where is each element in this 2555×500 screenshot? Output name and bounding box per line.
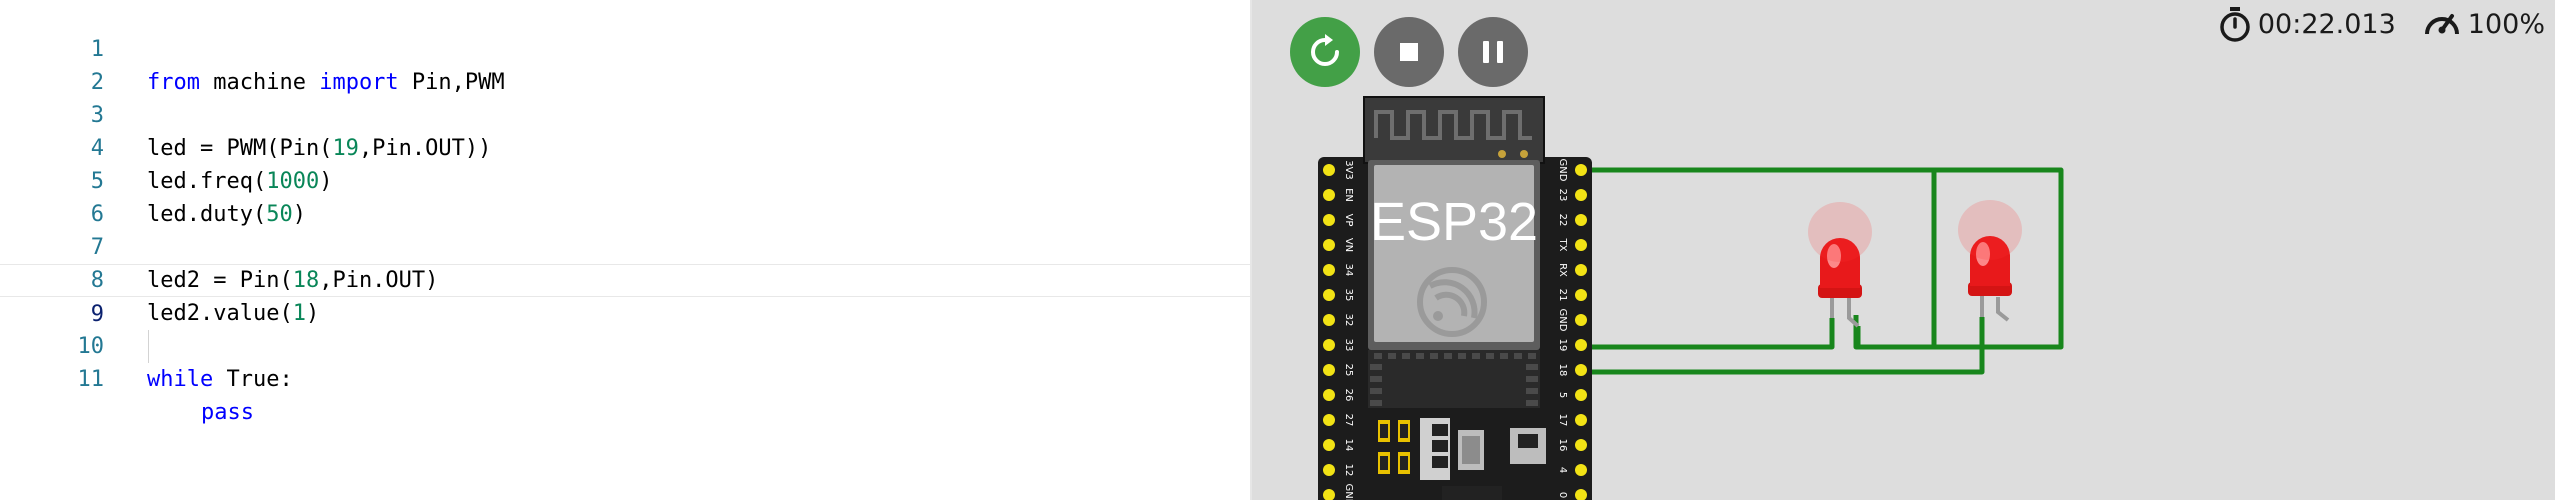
code-line[interactable]: 11 pass (0, 330, 1272, 425)
svg-text:12: 12 (1343, 464, 1354, 477)
chip-label: ESP32 (1370, 192, 1538, 252)
svg-text:25: 25 (1343, 364, 1354, 377)
svg-text:34: 34 (1343, 264, 1354, 277)
led-1[interactable] (1808, 202, 1872, 328)
code-line[interactable]: 10 while True: (0, 297, 1272, 392)
svg-text:5: 5 (1557, 392, 1568, 398)
code-line[interactable]: 8 led2.value(1) (0, 231, 1272, 326)
svg-text:26: 26 (1343, 389, 1354, 402)
svg-text:TX: TX (1557, 238, 1568, 252)
esp32-board[interactable]: ESP32 3V3 EN VP VN 34 35 32 33 25 26 27 … (1318, 96, 1592, 500)
line-code: while True: (147, 367, 293, 392)
svg-text:GND: GND (1557, 159, 1568, 182)
svg-text:GND: GND (1343, 484, 1354, 500)
code-line[interactable]: 6 (0, 165, 1272, 227)
line-number: 11 (77, 367, 105, 392)
svg-text:18: 18 (1557, 364, 1568, 377)
svg-text:RX: RX (1557, 263, 1568, 277)
svg-text:23: 23 (1557, 189, 1568, 202)
svg-text:3V3: 3V3 (1343, 160, 1354, 180)
svg-text:16: 16 (1557, 439, 1568, 452)
svg-text:19: 19 (1557, 339, 1568, 352)
svg-text:17: 17 (1557, 414, 1568, 427)
svg-text:VN: VN (1343, 238, 1354, 252)
svg-text:EN: EN (1343, 188, 1354, 202)
usb-chip (1442, 486, 1502, 500)
svg-text:32: 32 (1343, 314, 1354, 327)
code-editor[interactable]: 1 from machine import Pin,PWM 2 3 led = … (0, 0, 1272, 500)
svg-text:VP: VP (1343, 214, 1354, 227)
circuit-diagram: ESP32 3V3 EN VP VN 34 35 32 33 25 26 27 … (1318, 96, 2064, 500)
svg-text:22: 22 (1557, 214, 1568, 227)
code-line[interactable]: 3 led = PWM(Pin(19,Pin.OUT)) (0, 66, 1272, 161)
code-line-current[interactable]: 9 (0, 264, 1272, 327)
svg-text:0: 0 (1557, 492, 1568, 498)
svg-text:GND: GND (1557, 309, 1568, 332)
indent-guide (148, 330, 149, 363)
gpio19-wire (1580, 318, 1835, 350)
svg-text:27: 27 (1343, 414, 1354, 427)
line-code: pass (201, 400, 254, 425)
led-2[interactable] (1958, 200, 2022, 322)
svg-text:4: 4 (1557, 467, 1568, 473)
svg-text:14: 14 (1343, 439, 1354, 452)
code-line[interactable]: 1 from machine import Pin,PWM (0, 0, 1272, 95)
svg-text:21: 21 (1557, 289, 1568, 302)
code-line[interactable]: 2 (0, 33, 1272, 95)
svg-text:35: 35 (1343, 289, 1354, 302)
code-line[interactable]: 4 led.freq(1000) (0, 99, 1272, 194)
gnd-wire-led1 (1855, 170, 1937, 350)
code-line[interactable]: 5 led.duty(50) (0, 132, 1272, 227)
simulation-canvas[interactable]: 00:22.013 100% ESP32 3V3 EN VP VN 34 35 … (1252, 0, 2555, 500)
code-line[interactable]: 7 led2 = Pin(18,Pin.OUT) (0, 198, 1272, 293)
svg-text:33: 33 (1343, 339, 1354, 352)
